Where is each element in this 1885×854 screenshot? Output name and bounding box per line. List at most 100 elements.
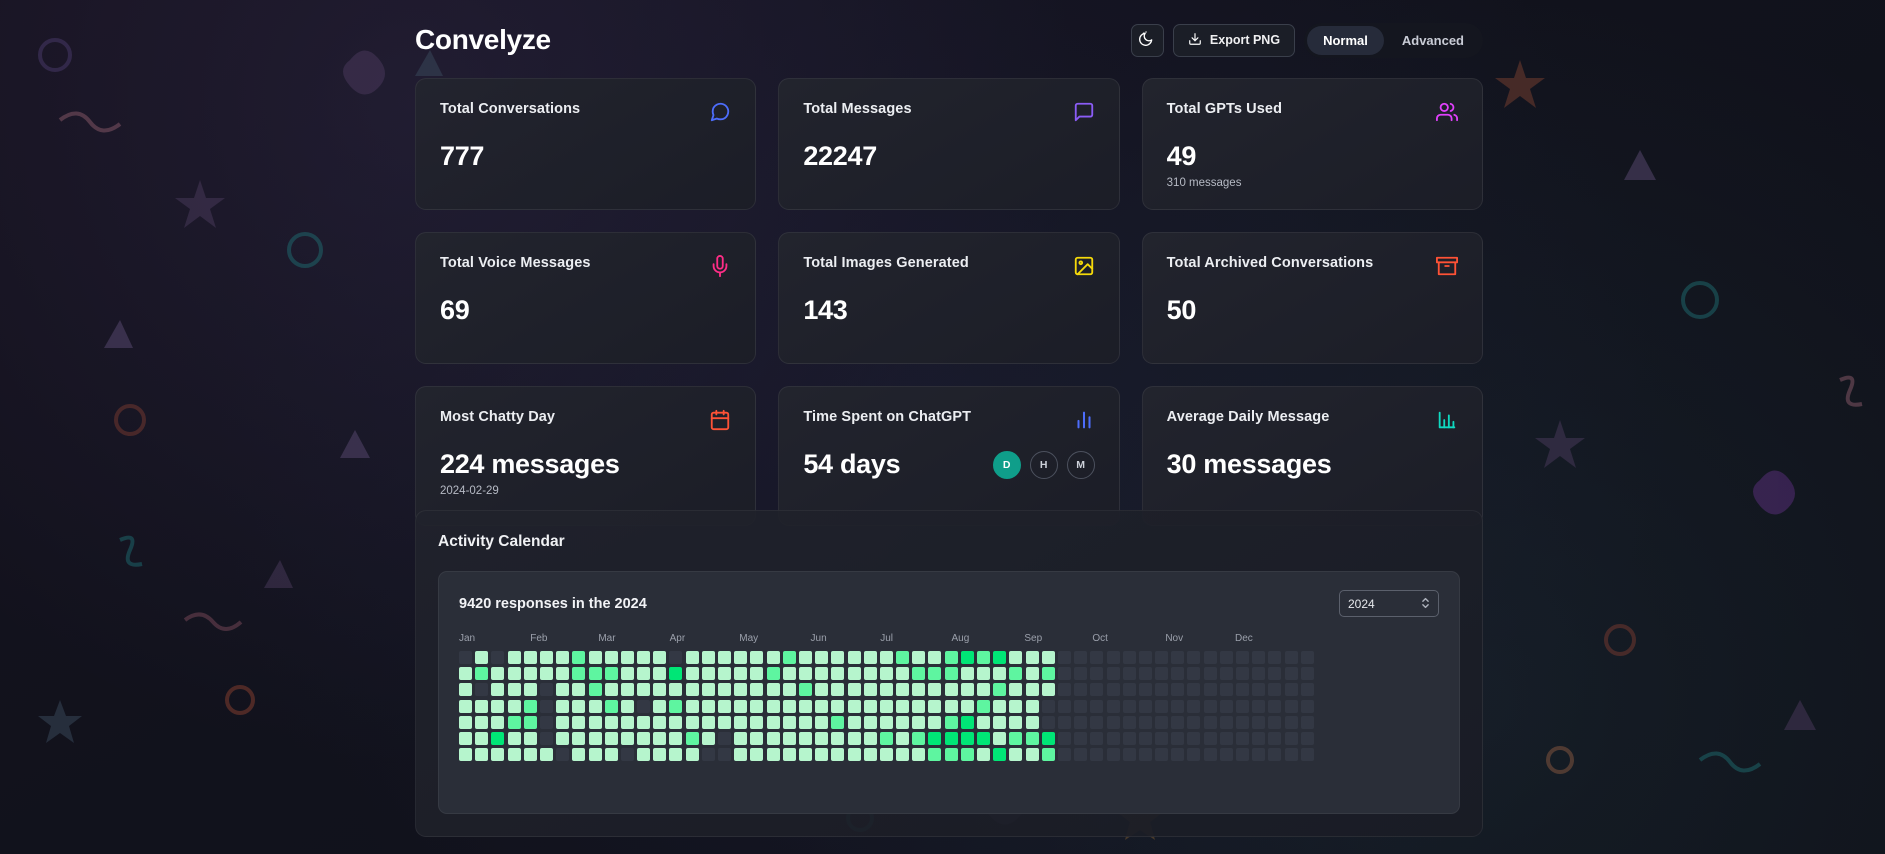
heatmap-cell[interactable] bbox=[864, 716, 877, 729]
mode-option-normal[interactable]: Normal bbox=[1307, 26, 1384, 55]
heatmap-cell[interactable] bbox=[653, 667, 666, 680]
heatmap-cell[interactable] bbox=[799, 716, 812, 729]
heatmap-cell[interactable] bbox=[621, 667, 634, 680]
heatmap-cell[interactable] bbox=[459, 748, 472, 761]
heatmap-cell[interactable] bbox=[1107, 748, 1120, 761]
heatmap-cell[interactable] bbox=[912, 651, 925, 664]
heatmap-cell[interactable] bbox=[540, 651, 553, 664]
heatmap-cell[interactable] bbox=[605, 700, 618, 713]
stat-card-time-spent-on-chatgpt[interactable]: Time Spent on ChatGPT 54 days D H M bbox=[778, 386, 1119, 526]
heatmap-cell[interactable] bbox=[1107, 683, 1120, 696]
heatmap-cell[interactable] bbox=[524, 716, 537, 729]
heatmap-cell[interactable] bbox=[896, 748, 909, 761]
heatmap-cell[interactable] bbox=[1236, 716, 1249, 729]
heatmap-cell[interactable] bbox=[686, 683, 699, 696]
export-png-button[interactable]: Export PNG bbox=[1173, 24, 1295, 57]
heatmap-cell[interactable] bbox=[912, 716, 925, 729]
heatmap-cell[interactable] bbox=[1139, 748, 1152, 761]
heatmap-cell[interactable] bbox=[556, 683, 569, 696]
heatmap-cell[interactable] bbox=[1026, 667, 1039, 680]
heatmap-cell[interactable] bbox=[556, 651, 569, 664]
heatmap-cell[interactable] bbox=[848, 748, 861, 761]
heatmap-cell[interactable] bbox=[1026, 748, 1039, 761]
heatmap-cell[interactable] bbox=[653, 700, 666, 713]
heatmap-cell[interactable] bbox=[1123, 667, 1136, 680]
heatmap-cell[interactable] bbox=[880, 683, 893, 696]
heatmap-cell[interactable] bbox=[475, 667, 488, 680]
heatmap-cell[interactable] bbox=[1220, 667, 1233, 680]
heatmap-cell[interactable] bbox=[864, 700, 877, 713]
heatmap-cell[interactable] bbox=[1090, 716, 1103, 729]
heatmap-cell[interactable] bbox=[1187, 748, 1200, 761]
heatmap-cell[interactable] bbox=[1139, 732, 1152, 745]
heatmap-cell[interactable] bbox=[880, 732, 893, 745]
heatmap-cell[interactable] bbox=[1009, 667, 1022, 680]
heatmap-cell[interactable] bbox=[1107, 667, 1120, 680]
heatmap-cell[interactable] bbox=[1220, 683, 1233, 696]
heatmap-cell[interactable] bbox=[1123, 732, 1136, 745]
heatmap-cell[interactable] bbox=[734, 651, 747, 664]
heatmap-cell[interactable] bbox=[718, 667, 731, 680]
heatmap-cell[interactable] bbox=[1139, 683, 1152, 696]
heatmap-cell[interactable] bbox=[491, 748, 504, 761]
heatmap-cell[interactable] bbox=[589, 700, 602, 713]
heatmap-cell[interactable] bbox=[491, 716, 504, 729]
heatmap-cell[interactable] bbox=[459, 667, 472, 680]
heatmap-cell[interactable] bbox=[718, 700, 731, 713]
heatmap-cell[interactable] bbox=[669, 700, 682, 713]
heatmap-cell[interactable] bbox=[1123, 683, 1136, 696]
heatmap-cell[interactable] bbox=[669, 667, 682, 680]
heatmap-cell[interactable] bbox=[1026, 716, 1039, 729]
heatmap-cell[interactable] bbox=[783, 732, 796, 745]
heatmap-cell[interactable] bbox=[1090, 683, 1103, 696]
heatmap-cell[interactable] bbox=[783, 651, 796, 664]
heatmap-cell[interactable] bbox=[1301, 683, 1314, 696]
heatmap-cell[interactable] bbox=[1236, 748, 1249, 761]
heatmap-cell[interactable] bbox=[621, 732, 634, 745]
heatmap-cell[interactable] bbox=[1107, 716, 1120, 729]
mode-option-advanced[interactable]: Advanced bbox=[1386, 26, 1480, 55]
heatmap-cell[interactable] bbox=[1074, 667, 1087, 680]
theme-toggle-button[interactable] bbox=[1131, 24, 1164, 57]
heatmap-cell[interactable] bbox=[1155, 700, 1168, 713]
heatmap-cell[interactable] bbox=[1026, 732, 1039, 745]
heatmap-cell[interactable] bbox=[767, 716, 780, 729]
heatmap-cell[interactable] bbox=[1236, 700, 1249, 713]
heatmap-cell[interactable] bbox=[993, 700, 1006, 713]
heatmap-cell[interactable] bbox=[1123, 700, 1136, 713]
heatmap-cell[interactable] bbox=[589, 683, 602, 696]
heatmap-cell[interactable] bbox=[1123, 748, 1136, 761]
heatmap-cell[interactable] bbox=[928, 732, 941, 745]
heatmap-cell[interactable] bbox=[864, 748, 877, 761]
heatmap-cell[interactable] bbox=[702, 651, 715, 664]
heatmap-cell[interactable] bbox=[1204, 700, 1217, 713]
heatmap-cell[interactable] bbox=[993, 748, 1006, 761]
heatmap-cell[interactable] bbox=[783, 667, 796, 680]
heatmap-cell[interactable] bbox=[1252, 732, 1265, 745]
time-unit-option-hours[interactable]: H bbox=[1030, 451, 1058, 479]
heatmap-cell[interactable] bbox=[783, 716, 796, 729]
heatmap-cell[interactable] bbox=[880, 667, 893, 680]
heatmap-cell[interactable] bbox=[1252, 700, 1265, 713]
heatmap-cell[interactable] bbox=[848, 700, 861, 713]
heatmap-cell[interactable] bbox=[491, 651, 504, 664]
heatmap-cell[interactable] bbox=[767, 732, 780, 745]
heatmap-cell[interactable] bbox=[945, 700, 958, 713]
heatmap-cell[interactable] bbox=[540, 683, 553, 696]
heatmap-cell[interactable] bbox=[572, 732, 585, 745]
heatmap-cell[interactable] bbox=[734, 667, 747, 680]
heatmap-cell[interactable] bbox=[669, 651, 682, 664]
heatmap-cell[interactable] bbox=[1301, 667, 1314, 680]
heatmap-cell[interactable] bbox=[589, 651, 602, 664]
heatmap-cell[interactable] bbox=[977, 732, 990, 745]
heatmap-cell[interactable] bbox=[1301, 732, 1314, 745]
heatmap-cell[interactable] bbox=[1042, 667, 1055, 680]
heatmap-cell[interactable] bbox=[912, 700, 925, 713]
heatmap-cell[interactable] bbox=[572, 667, 585, 680]
heatmap-cell[interactable] bbox=[686, 667, 699, 680]
heatmap-cell[interactable] bbox=[1285, 651, 1298, 664]
heatmap-cell[interactable] bbox=[459, 683, 472, 696]
heatmap-cell[interactable] bbox=[912, 683, 925, 696]
heatmap-cell[interactable] bbox=[621, 651, 634, 664]
heatmap-cell[interactable] bbox=[961, 732, 974, 745]
